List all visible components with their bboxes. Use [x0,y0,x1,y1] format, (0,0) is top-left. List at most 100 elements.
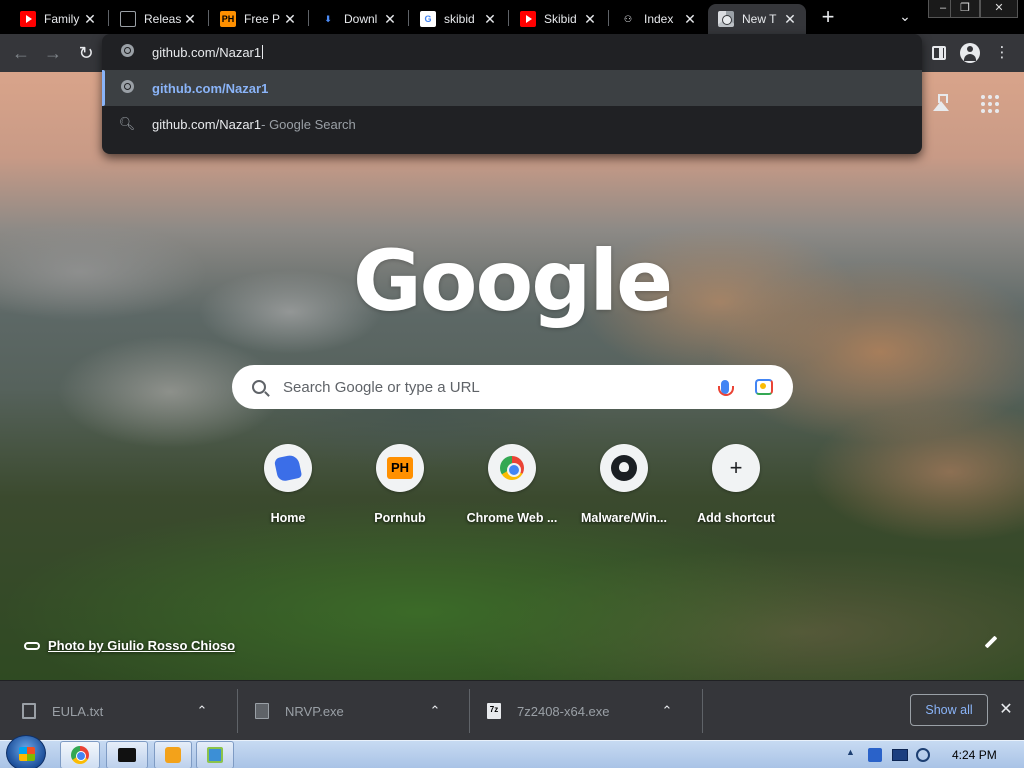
search-icon [252,380,266,394]
shortcut-tile[interactable]: PH [376,444,424,492]
chrome-icon [718,11,734,27]
omnibox-input[interactable]: github.com/Nazar1 [102,34,922,70]
search-placeholder[interactable]: Search Google or type a URL [283,379,721,396]
taskbar-chrome[interactable] [60,741,100,768]
shortcut-tile[interactable] [264,444,312,492]
photo-credit-link[interactable]: Photo by Giulio Rosso Chioso [24,638,235,653]
7zip-file-icon: 7z [487,703,501,719]
new-tab-button[interactable]: + [816,6,840,30]
download-item[interactable]: EULA.txt ⌃ [22,681,232,741]
taskbar-media-player[interactable] [154,741,192,768]
download-name: 7z2408-x64.exe [517,703,610,719]
search-icon: 🔍︎ [118,116,136,131]
tab-new-tab[interactable]: New T ✕ [708,4,806,34]
tab-strip: Family ✕ Releas ✕ PH Free P ✕ ⬇ Downl ✕ … [0,0,1024,34]
new-tab-page: Google Search Google or type a URL Home … [0,72,1024,680]
tab-skibidi-youtube[interactable]: Skibid ✕ [510,4,606,34]
download-item[interactable]: NRVP.exe ⌃ [255,681,465,741]
pornhub-icon: PH [387,457,413,479]
text-file-icon [22,703,36,719]
index-icon: ⚇ [623,13,633,24]
ntp-search-box[interactable]: Search Google or type a URL [232,365,793,409]
taskbar-cmd[interactable] [106,741,148,768]
shortcut-tile[interactable] [600,444,648,492]
tab-close-icon[interactable]: ✕ [82,11,98,28]
reload-button[interactable]: ↻ [73,40,99,66]
download-name: EULA.txt [52,703,104,719]
globe-icon [102,80,152,96]
download-item[interactable]: 7z 7z2408-x64.exe ⌃ [487,681,697,741]
omnibox-dropdown: github.com/Nazar1 github.com/Nazar1 🔍︎ g… [102,34,922,154]
terminal-icon [118,748,136,762]
tab-family[interactable]: Family ✕ [10,4,106,34]
tab-close-icon[interactable]: ✕ [582,11,598,28]
tab-separator [108,10,109,26]
photo-credit-text[interactable]: Photo by Giulio Rosso Chioso [48,638,235,653]
taskbar-control-panel[interactable] [196,741,234,768]
close-shelf-icon[interactable]: ✕ [996,700,1016,720]
profile-avatar-icon[interactable] [960,43,980,63]
tab-index[interactable]: ⚇ Index ✕ [610,4,706,34]
customize-pencil-icon[interactable] [984,635,998,649]
google-logo: Google [352,232,673,330]
shortcut-home[interactable]: Home [232,444,344,532]
shortcut-label: Pornhub [374,511,426,525]
tab-skibidi-google[interactable]: G skibid ✕ [410,4,506,34]
menu-kebab-icon[interactable]: ⋮ [992,43,1012,63]
pornhub-icon: PH [220,11,236,27]
close-window-button[interactable]: ✕ [980,0,1018,18]
suggestion-suffix: - Google Search [261,116,356,132]
tab-close-icon[interactable]: ✕ [382,11,398,28]
google-apps-icon[interactable] [981,95,999,113]
labs-flask-icon[interactable] [932,94,950,112]
omnibox-suggestion-search[interactable]: 🔍︎ github.com/Nazar1 - Google Search [102,106,922,142]
shortcut-pornhub[interactable]: PH Pornhub [344,444,456,532]
tab-separator [408,10,409,26]
side-panel-icon[interactable] [932,46,946,60]
tab-title: Free P [244,12,281,26]
tray-expand-icon[interactable]: ▲ [846,747,860,761]
omnibox-suggestion-url[interactable]: github.com/Nazar1 [102,70,922,106]
tab-close-icon[interactable]: ✕ [282,11,298,28]
shortcut-chrome-web-store[interactable]: Chrome Web ... [456,444,568,532]
tab-close-icon[interactable]: ✕ [182,11,198,28]
tab-free-p[interactable]: PH Free P ✕ [210,4,306,34]
tab-close-icon[interactable]: ✕ [482,11,498,28]
chrome-web-store-icon [500,456,524,480]
media-player-icon [165,747,181,763]
text-caret [262,45,264,59]
tab-search-button[interactable]: ⌄ [896,8,914,26]
tab-title: skibid [444,12,475,26]
youtube-icon [520,11,536,27]
show-all-button[interactable]: Show all [910,694,988,726]
tab-separator [208,10,209,26]
tab-separator [508,10,509,26]
forward-button[interactable]: → [40,40,66,66]
back-button[interactable]: ← [8,40,34,66]
shortcut-tile[interactable]: + [712,444,760,492]
maximize-button[interactable]: ❐ [950,0,980,18]
plus-icon: + [729,455,743,480]
tab-download[interactable]: ⬇ Downl ✕ [310,4,406,34]
tab-releases[interactable]: Releas ✕ [110,4,206,34]
taskbar-clock[interactable]: 4:24 PM [952,748,997,762]
voice-search-icon[interactable] [718,380,734,396]
start-button[interactable] [6,735,46,768]
shortcut-label: Add shortcut [697,511,775,525]
tab-separator [308,10,309,26]
shortcut-add[interactable]: + Add shortcut [680,444,792,532]
download-icon: ⬇ [324,13,332,24]
network-icon[interactable] [868,748,882,762]
chevron-up-icon[interactable]: ⌃ [192,703,212,719]
tab-close-icon[interactable]: ✕ [682,11,698,28]
shortcut-tile[interactable] [488,444,536,492]
google-lens-icon[interactable] [755,379,773,395]
shortcut-label: Malware/Win... [580,511,668,525]
chevron-up-icon[interactable]: ⌃ [425,703,445,719]
volume-icon[interactable] [916,748,930,762]
display-icon[interactable] [892,749,908,761]
shortcut-malware-win[interactable]: Malware/Win... [568,444,680,532]
tab-close-icon[interactable]: ✕ [782,11,798,28]
chevron-up-icon[interactable]: ⌃ [657,703,677,719]
chrome-icon [71,746,89,764]
